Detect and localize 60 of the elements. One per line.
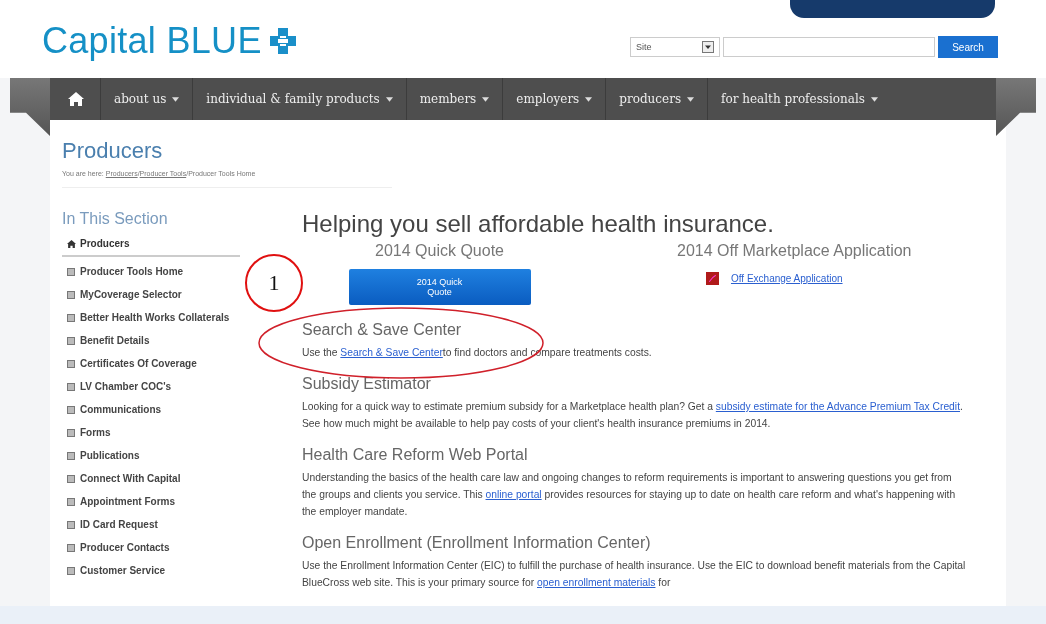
caret-icon xyxy=(482,96,490,102)
caret-icon xyxy=(870,96,878,102)
sidebar-item[interactable]: Communications xyxy=(62,399,240,422)
sidebar-item[interactable]: Connect With Capital xyxy=(62,468,240,491)
sidebar-item[interactable]: Publications xyxy=(62,445,240,468)
square-icon xyxy=(67,475,75,483)
sidebar-item[interactable]: Benefit Details xyxy=(62,330,240,353)
ribbon-fold xyxy=(10,78,50,136)
search-field[interactable] xyxy=(723,37,935,57)
sidebar-item[interactable]: Forms xyxy=(62,422,240,445)
section-heading: Search & Save Center xyxy=(302,321,463,339)
sidebar-item[interactable]: Producer Contacts xyxy=(62,537,240,560)
promo-heading: 2014 Off Marketplace Application xyxy=(677,242,912,260)
sidebar-item[interactable]: Certificates Of Coverage xyxy=(62,353,240,376)
application-link[interactable]: Off Exchange Application xyxy=(730,273,843,284)
square-icon xyxy=(67,429,75,437)
square-icon xyxy=(67,567,75,575)
cross-logo-icon xyxy=(267,26,298,56)
home-icon xyxy=(67,239,76,248)
caret-icon xyxy=(585,96,593,102)
section-heading: Subsidy Estimator xyxy=(302,375,432,393)
square-icon xyxy=(67,383,75,391)
sidebar-item[interactable]: MyCoverage Selector xyxy=(62,284,240,307)
promo-heading: 2014 Quick Quote xyxy=(375,242,504,260)
square-icon xyxy=(67,291,75,299)
square-icon xyxy=(67,544,75,552)
section-heading: Health Care Reform Web Portal xyxy=(302,446,529,464)
caret-icon xyxy=(172,96,180,102)
text-link[interactable]: Search & Save Center xyxy=(340,347,443,358)
section-heading: Open Enrollment (Enrollment Information Center) xyxy=(302,534,652,552)
caret-icon xyxy=(687,96,695,102)
sidebar-item[interactable]: Customer Service xyxy=(62,560,240,583)
square-icon xyxy=(67,337,75,345)
square-icon xyxy=(67,406,75,414)
sidebar-item[interactable]: Producer Tools Home xyxy=(62,261,240,284)
headline: Helping you sell affordable health insurance. xyxy=(302,210,775,238)
square-icon xyxy=(67,314,75,322)
annotation-circle: 1 xyxy=(245,254,303,312)
caret-icon xyxy=(385,96,393,102)
square-icon xyxy=(67,268,75,276)
section-heading: In This Section xyxy=(62,210,169,228)
home-icon[interactable] xyxy=(68,92,84,106)
square-icon xyxy=(67,360,75,368)
text-link[interactable]: subsidy estimate for the Advance Premium Tax Credit xyxy=(715,401,960,412)
text-link[interactable]: online portal xyxy=(485,489,542,500)
sidebar-item[interactable]: LV Chamber COC's xyxy=(62,376,240,399)
sidebar-item[interactable]: Appointment Forms xyxy=(62,491,240,514)
page-title: Producers xyxy=(62,138,164,164)
ribbon-fold xyxy=(996,78,1036,136)
sidebar-item[interactable]: Better Health Works Collaterals xyxy=(62,307,240,330)
square-icon xyxy=(67,452,75,460)
pdf-icon xyxy=(705,272,719,285)
quick-quote-button[interactable]: 2014 Quick Quote xyxy=(348,269,531,305)
sidebar-item[interactable]: ID Card Request xyxy=(62,514,240,537)
square-icon xyxy=(67,498,75,506)
logo-text: Capital BLUE xyxy=(42,20,262,62)
search-button[interactable]: Search xyxy=(938,36,998,58)
square-icon xyxy=(67,521,75,529)
scope-dropdown[interactable]: Site xyxy=(630,37,720,57)
text-link[interactable]: open enrollment materials xyxy=(537,577,656,588)
